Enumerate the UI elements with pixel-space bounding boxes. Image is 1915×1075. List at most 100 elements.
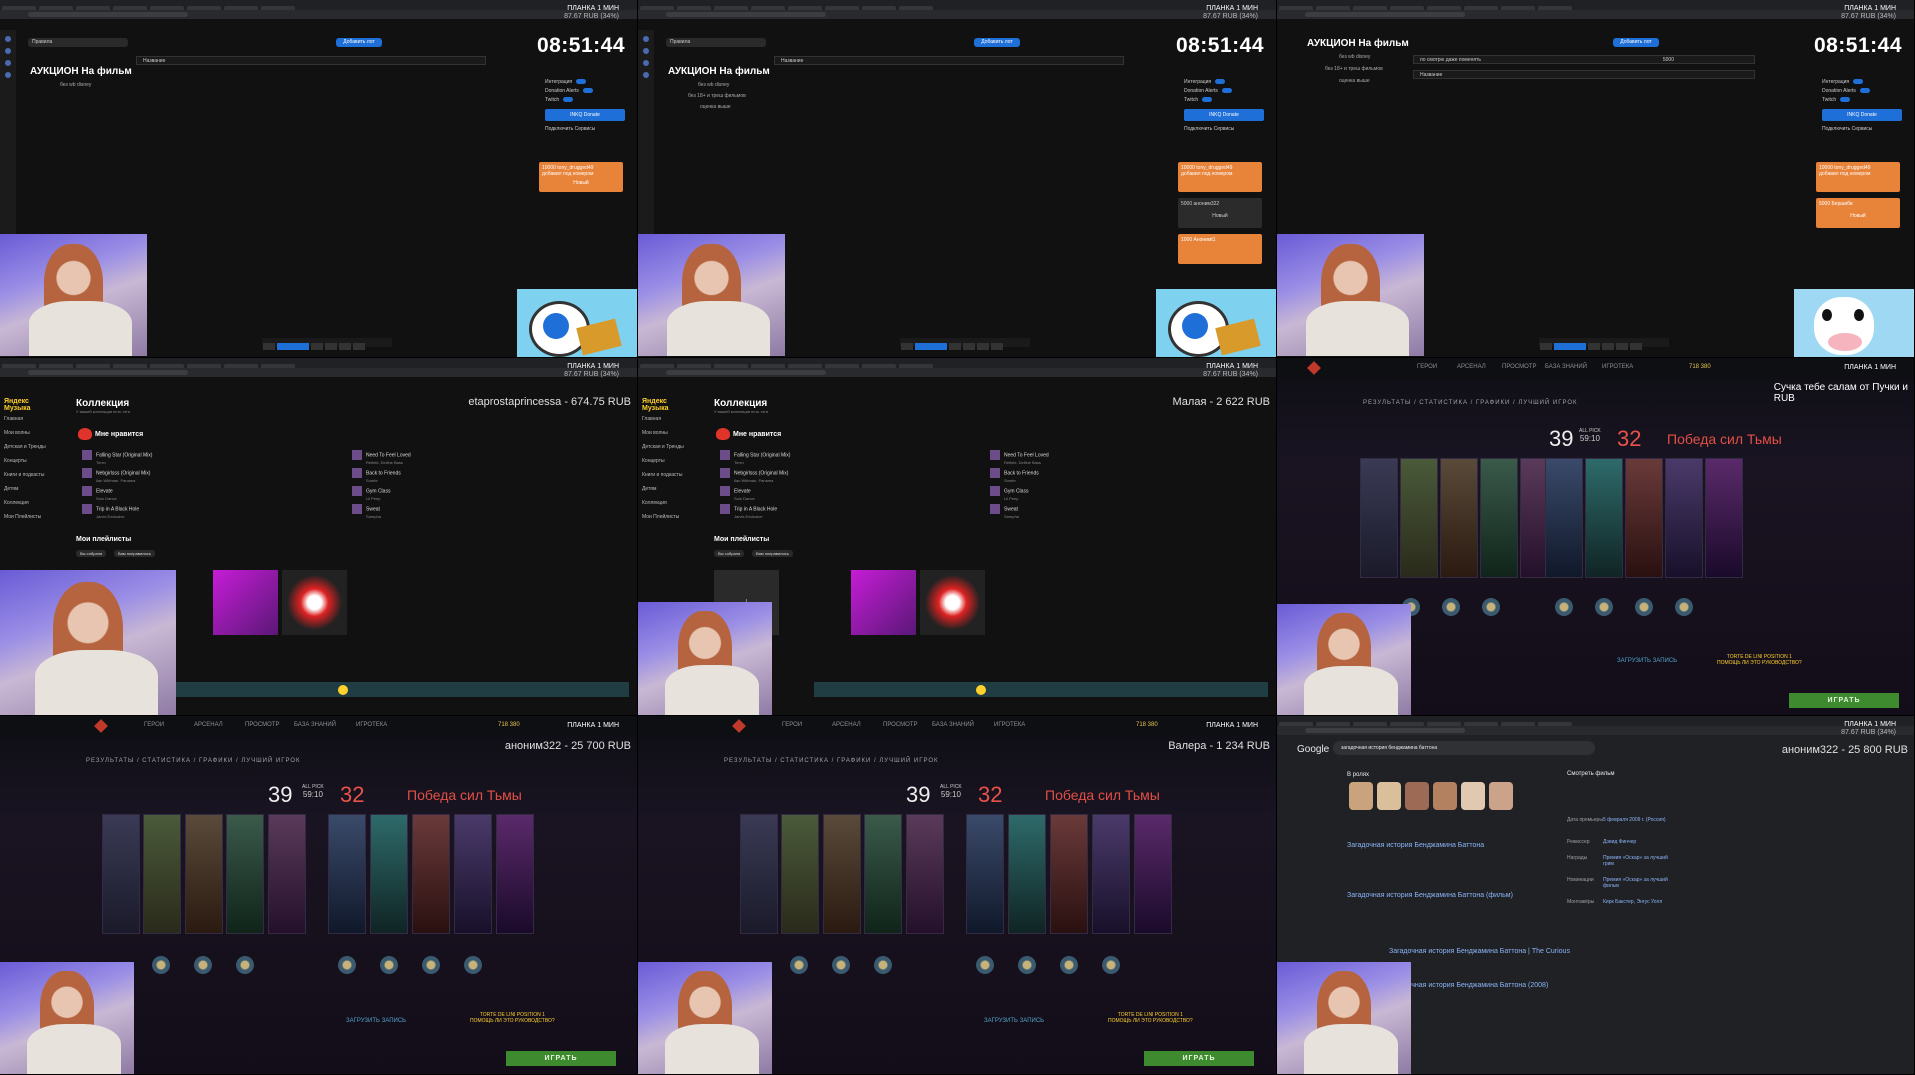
actor-photo[interactable]	[1461, 782, 1485, 810]
browser-urlbar[interactable]	[1277, 726, 1914, 735]
browser-urlbar[interactable]	[638, 368, 1276, 377]
actor-photo[interactable]	[1433, 782, 1457, 810]
track-item[interactable]: Gym Class Lil Peep	[990, 486, 1028, 502]
bottom-toolbar[interactable]	[1539, 338, 1669, 350]
hero-card[interactable]	[1545, 458, 1583, 578]
nav-learn[interactable]: БАЗА ЗНАНИЙ	[294, 722, 336, 728]
nav-arsenal[interactable]: АРСЕНАЛ	[832, 722, 861, 728]
nav-learn[interactable]: БАЗА ЗНАНИЙ	[932, 722, 974, 728]
nav-arcade[interactable]: ИГРОТЕКА	[1602, 364, 1633, 370]
track-item[interactable]: Falling Star (Original Mix) Тегги	[82, 450, 152, 466]
add-lot-button[interactable]: Добавить лот	[974, 38, 1020, 47]
hero-card[interactable]	[1008, 814, 1046, 934]
actor-photo[interactable]	[1489, 782, 1513, 810]
nav-item[interactable]: Концерты	[4, 454, 56, 468]
hero-card[interactable]	[1360, 458, 1398, 578]
nav-heroes[interactable]: ГЕРОИ	[1417, 364, 1437, 370]
hero-card[interactable]	[185, 814, 223, 934]
hero-card[interactable]	[412, 814, 450, 934]
nav-item[interactable]: Мои Плейлисты	[4, 510, 56, 524]
hero-card[interactable]	[1480, 458, 1518, 578]
nav-watch[interactable]: ПРОСМОТР	[245, 722, 279, 728]
nav-arcade[interactable]: ИГРОТЕКА	[356, 722, 387, 728]
search-result[interactable]: Загадочная история Бенджамина Баттона	[1347, 842, 1547, 849]
nav-item[interactable]: Детям	[4, 482, 56, 496]
track-item[interactable]: Need To Feel Loved Reflekt, Delline Bass	[990, 450, 1049, 466]
track-item[interactable]: Sweat Sampha	[990, 504, 1019, 520]
nav-item[interactable]: Книги и подкасты	[642, 468, 694, 482]
playlist-cover[interactable]	[213, 570, 278, 635]
nav-item[interactable]: Детская и Тренды	[4, 440, 56, 454]
hero-card[interactable]	[906, 814, 944, 934]
track-item[interactable]: Back to Friends Sombr	[352, 468, 401, 484]
favorites-playlist[interactable]: Мне нравится	[716, 428, 781, 440]
bottom-toolbar[interactable]	[900, 338, 1030, 350]
inkq-donate-button[interactable]: INKQ Donate	[1184, 109, 1264, 121]
lot-row-empty[interactable]: Название	[774, 56, 1124, 65]
hero-card[interactable]	[1050, 814, 1088, 934]
hero-card[interactable]	[781, 814, 819, 934]
track-item[interactable]: Nebgirlsss (Original Mix) Ilan Wittman, P…	[720, 468, 788, 484]
lot-row[interactable]: по смотрю даже поменять 5000	[1413, 55, 1755, 64]
actor-photo[interactable]	[1349, 782, 1373, 810]
hero-card[interactable]	[740, 814, 778, 934]
hero-card[interactable]	[1705, 458, 1743, 578]
nav-item[interactable]: Концерты	[642, 454, 694, 468]
play-button[interactable]: ИГРАТЬ	[1144, 1051, 1254, 1066]
nav-watch[interactable]: ПРОСМОТР	[1502, 364, 1536, 370]
match-tabs[interactable]: РЕЗУЛЬТАТЫ / СТАТИСТИКА / ГРАФИКИ / ЛУЧШ…	[724, 758, 938, 764]
player-bar[interactable]	[814, 682, 1268, 697]
lot-row-empty[interactable]: Название	[136, 56, 486, 65]
play-button[interactable]: ИГРАТЬ	[506, 1051, 616, 1066]
filter-chip[interactable]: Вы собрали	[76, 550, 107, 557]
nav-item[interactable]: Главная	[4, 412, 56, 426]
hero-card[interactable]	[966, 814, 1004, 934]
filter-chip[interactable]: Вам понравились	[114, 550, 155, 557]
google-logo[interactable]: Google	[1297, 744, 1329, 755]
search-input[interactable]: Правила	[28, 38, 128, 47]
hero-card[interactable]	[864, 814, 902, 934]
play-pause-button[interactable]	[976, 685, 986, 695]
hero-card[interactable]	[1092, 814, 1130, 934]
playlist-cover[interactable]	[851, 570, 916, 635]
track-item[interactable]: Need To Feel Loved Reflekt, Delline Bass	[352, 450, 411, 466]
browser-urlbar[interactable]	[0, 368, 637, 377]
play-button[interactable]: ИГРАТЬ	[1789, 693, 1899, 708]
download-replay-button[interactable]: ЗАГРУЗИТЬ ЗАПИСЬ	[984, 1018, 1044, 1024]
nav-item[interactable]: Мои Плейлисты	[642, 510, 694, 524]
add-lot-button[interactable]: Добавить лот	[336, 38, 382, 47]
search-input[interactable]: Правила	[666, 38, 766, 47]
hero-card[interactable]	[823, 814, 861, 934]
nav-item[interactable]: Мои волны	[642, 426, 694, 440]
hero-card[interactable]	[268, 814, 306, 934]
nav-heroes[interactable]: ГЕРОИ	[144, 722, 164, 728]
nav-arcade[interactable]: ИГРОТЕКА	[994, 722, 1025, 728]
track-item[interactable]: Elevate Solo Dance	[720, 486, 755, 502]
add-lot-button[interactable]: Добавить лот	[1613, 38, 1659, 47]
lot-row-empty[interactable]: Название	[1413, 70, 1755, 79]
search-result[interactable]: Загадочная история Бенджамина Баттона (ф…	[1347, 892, 1547, 899]
track-item[interactable]: Falling Star (Original Mix) Тегги	[720, 450, 790, 466]
track-item[interactable]: Nebgirlsss (Original Mix) Ilan Wittman, P…	[82, 468, 150, 484]
hero-card[interactable]	[454, 814, 492, 934]
nav-heroes[interactable]: ГЕРОИ	[782, 722, 802, 728]
search-result[interactable]: Загадочная история Бенджамина Баттона (2…	[1389, 982, 1589, 989]
play-pause-button[interactable]	[338, 685, 348, 695]
nav-arsenal[interactable]: АРСЕНАЛ	[194, 722, 223, 728]
search-input[interactable]: загадочная история бенджамина баттона	[1333, 741, 1595, 755]
track-item[interactable]: Trip in A Black Hole Jarvis Exclusive	[720, 504, 777, 520]
nav-item[interactable]: Книги и подкасты	[4, 468, 56, 482]
nav-item[interactable]: Коллекция	[4, 496, 56, 510]
track-item[interactable]: Back to Friends Sombr	[990, 468, 1039, 484]
track-item[interactable]: Sweat Sampha	[352, 504, 381, 520]
hero-card[interactable]	[1400, 458, 1438, 578]
filter-chip[interactable]: Вы собрали	[714, 550, 745, 557]
actor-photo[interactable]	[1377, 782, 1401, 810]
match-tabs[interactable]: РЕЗУЛЬТАТЫ / СТАТИСТИКА / ГРАФИКИ / ЛУЧШ…	[86, 758, 300, 764]
hero-card[interactable]	[496, 814, 534, 934]
hero-card[interactable]	[1440, 458, 1478, 578]
nav-item[interactable]: Детям	[642, 482, 694, 496]
hero-card[interactable]	[226, 814, 264, 934]
filter-chip[interactable]: Вам понравились	[752, 550, 793, 557]
player-bar[interactable]	[176, 682, 629, 697]
